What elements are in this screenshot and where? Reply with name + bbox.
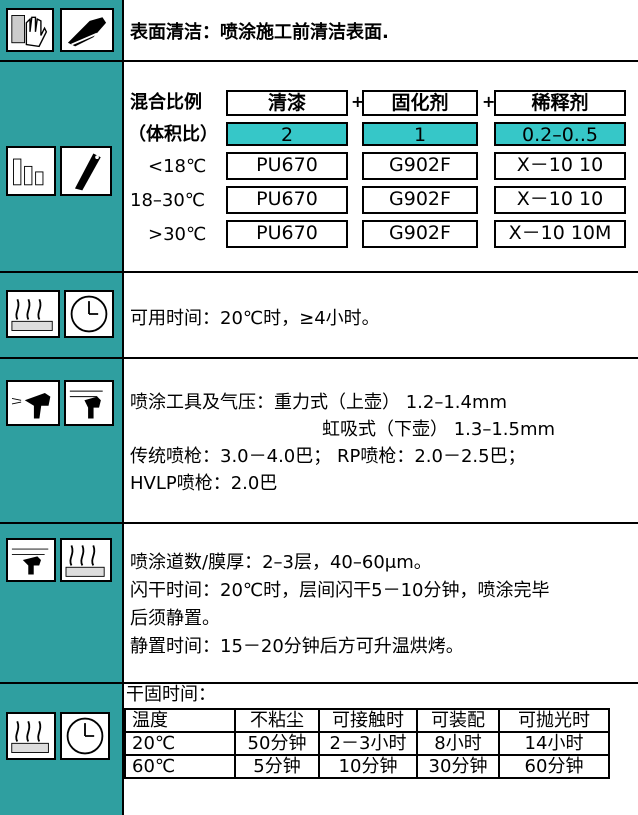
table-header-cell: 温度 xyxy=(124,708,236,733)
clearcoat-product: PU670 xyxy=(226,186,348,214)
hardener-product: G902F xyxy=(362,186,478,214)
temp-range-label: >30℃ xyxy=(148,224,207,245)
column-divider xyxy=(122,0,124,815)
clearcoat-ratio: 2 xyxy=(226,122,348,146)
table-cell: 50分钟 xyxy=(234,731,320,756)
table-header-cell: 可接触时 xyxy=(318,708,418,733)
drying-time-title: 干固时间： xyxy=(126,684,216,705)
hardener-ratio: 1 xyxy=(362,122,478,146)
table-cell: 5分钟 xyxy=(234,754,320,779)
clearcoat-product: PU670 xyxy=(226,220,348,248)
hardener-product: G902F xyxy=(362,152,478,180)
spray-pressure-line: HVLP喷枪：2.0巴 xyxy=(130,473,278,494)
row-divider xyxy=(0,357,638,359)
spray-tool-line: 喷涂工具及气压：重力式（上壶） 1.2–1.4mm xyxy=(130,392,508,413)
rest-time-line: 静置时间：15－20分钟后方可升温烘烤。 xyxy=(130,636,464,657)
table-cell: 20℃ xyxy=(124,731,236,756)
table-cell: 10分钟 xyxy=(318,754,418,779)
spray-tool-line: 虹吸式（下壶） 1.3–1.5mm xyxy=(322,419,556,440)
clearcoat-header: 清漆 xyxy=(226,90,348,116)
clock-icon xyxy=(64,290,114,338)
temp-range-label: <18℃ xyxy=(148,156,207,177)
table-header-cell: 可抛光时 xyxy=(498,708,610,733)
thinner-product: X－10 10 xyxy=(494,152,626,180)
flash-off-heat-icon xyxy=(6,290,60,338)
row-divider xyxy=(0,60,638,62)
table-header-cell: 可装配 xyxy=(416,708,500,733)
table-row: 20℃ 50分钟 2－3小时 8小时 14小时 xyxy=(124,731,610,756)
table-cell: 2－3小时 xyxy=(318,731,418,756)
volume-ratio-label: （体积比） xyxy=(128,124,218,145)
table-header-cell: 不粘尘 xyxy=(234,708,320,733)
thinner-ratio: 0.2–0..5 xyxy=(494,122,626,146)
pot-life-text: 可用时间：20℃时，≥4小时。 xyxy=(130,308,380,329)
flash-off-heat-icon xyxy=(60,538,112,582)
row-divider xyxy=(0,522,638,524)
measuring-cups-icon xyxy=(6,146,56,196)
row-divider xyxy=(0,682,638,684)
thinner-product: X－10 10 xyxy=(494,186,626,214)
row-divider xyxy=(0,271,638,273)
coats-thickness-line: 喷涂道数/膜厚：2–3层，40–60μm。 xyxy=(130,552,432,573)
spray-pressure-line: 传统喷枪：3.0－4.0巴； RP喷枪：2.0－2.5巴； xyxy=(130,446,526,467)
mix-ratio-label: 混合比例 xyxy=(130,92,202,113)
cleaning-cloth-icon xyxy=(60,8,114,52)
table-cell: 30分钟 xyxy=(416,754,500,779)
table-cell: 60分钟 xyxy=(498,754,610,779)
flash-time-line: 后须静置。 xyxy=(130,608,220,629)
spray-gun-icon xyxy=(6,380,60,426)
thinner-header: 稀释剂 xyxy=(494,90,626,116)
surface-cleaning-text: 表面清洁：喷涂施工前清洁表面. xyxy=(130,22,389,43)
drying-time-table: 温度 不粘尘 可接触时 可装配 可抛光时 20℃ 50分钟 2－3小时 8小时 … xyxy=(124,708,610,779)
table-header-row: 温度 不粘尘 可接触时 可装配 可抛光时 xyxy=(124,708,610,733)
tech-sheet: 表面清洁：喷涂施工前清洁表面. 混合比例 （体积比） 清漆 + 固化剂 + 稀释… xyxy=(0,0,638,815)
spray-layers-icon xyxy=(6,538,56,582)
mixing-stick-icon xyxy=(60,146,112,196)
table-cell: 8小时 xyxy=(416,731,500,756)
table-cell: 60℃ xyxy=(124,754,236,779)
hardener-product: G902F xyxy=(362,220,478,248)
flash-off-heat-icon xyxy=(6,712,56,760)
clearcoat-product: PU670 xyxy=(226,152,348,180)
thinner-product: X－10 10M xyxy=(494,220,626,248)
clock-icon xyxy=(60,712,110,760)
hardener-header: 固化剂 xyxy=(362,90,478,116)
table-cell: 14小时 xyxy=(498,731,610,756)
table-row: 60℃ 5分钟 10分钟 30分钟 60分钟 xyxy=(124,754,610,779)
temp-range-label: 18–30℃ xyxy=(130,190,206,211)
siphon-gun-icon xyxy=(64,380,114,426)
flash-time-line: 闪干时间：20℃时，层间闪干5－10分钟，喷涂完毕 xyxy=(130,580,550,601)
wipe-hand-icon xyxy=(6,8,54,52)
